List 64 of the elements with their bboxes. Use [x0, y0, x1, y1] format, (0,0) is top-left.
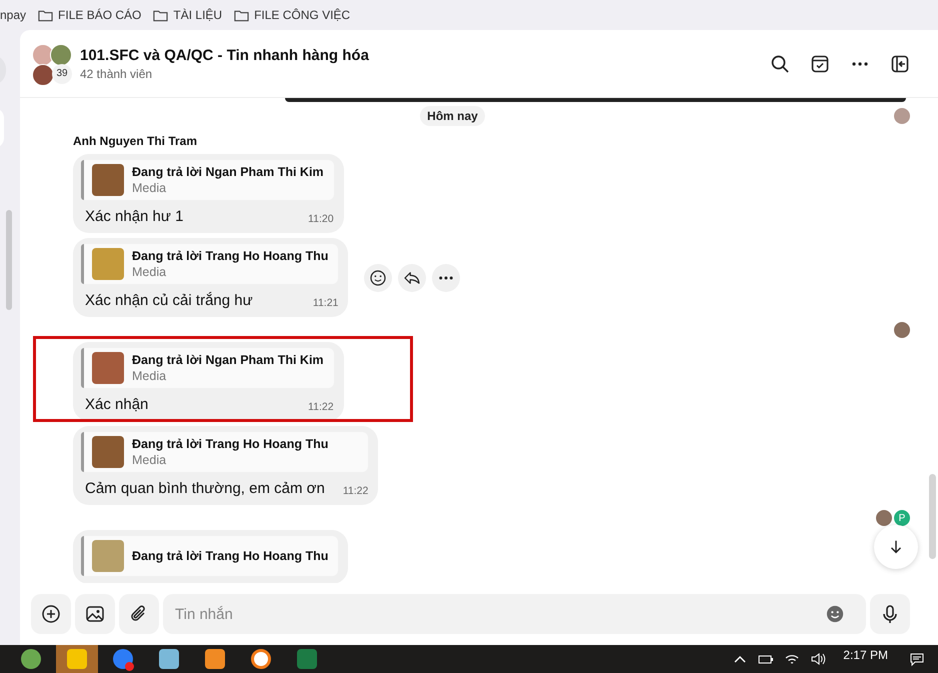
message-text: Cảm quan bình thường, em cảm ơn	[85, 480, 325, 497]
scrollbar-thumb[interactable]	[6, 210, 12, 310]
message-bubble[interactable]: Đang trả lời Ngan Pham Thi Kim Media Xác nhận 11:22	[73, 342, 344, 421]
plus-icon	[41, 604, 61, 624]
member-count: 42 thành viên	[80, 66, 154, 80]
message-input[interactable]: Tin nhắn	[163, 594, 866, 634]
message-time: 11:22	[342, 485, 368, 497]
message-time: 11:22	[308, 401, 334, 413]
volume-icon[interactable]	[810, 651, 826, 667]
calendar-check-icon[interactable]	[810, 54, 830, 74]
microphone-icon	[880, 604, 900, 624]
avatar	[894, 322, 910, 338]
message-bubble[interactable]: Đang trả lời Trang Ho Hoang Thu	[73, 530, 348, 583]
bookmark-link[interactable]: TÀI LIỆU	[153, 8, 222, 22]
message-text: Xác nhận hư 1	[85, 208, 184, 225]
emoji-icon[interactable]	[364, 264, 392, 292]
avatar	[894, 108, 910, 124]
reply-title: Đang trả lời Ngan Pham Thi Kim	[132, 165, 324, 179]
reply-quote[interactable]: Đang trả lời Ngan Pham Thi Kim Media	[81, 348, 334, 388]
reply-type: Media	[132, 265, 168, 279]
avatar: P	[894, 510, 910, 526]
scroll-down-button[interactable]	[874, 525, 918, 569]
photo-placeholder	[92, 248, 124, 280]
notification-icon[interactable]	[909, 651, 925, 667]
clock[interactable]: 2:17 PM	[843, 645, 888, 662]
message-bubble[interactable]: Đang trả lời Ngan Pham Thi Kim Media Xác nhận hư 1 11:20	[73, 154, 344, 233]
avatar	[876, 510, 892, 526]
microphone-button[interactable]	[870, 594, 910, 634]
reply-title: Đang trả lời Trang Ho Hoang Thu	[132, 549, 328, 563]
reply-title: Đang trả lời Trang Ho Hoang Thu	[132, 437, 328, 451]
reply-icon[interactable]	[398, 264, 426, 292]
bookmark-link[interactable]: npay	[0, 8, 26, 22]
message-time: 11:20	[308, 213, 334, 225]
photo-placeholder	[92, 164, 124, 196]
date-divider: Hôm nay	[420, 106, 485, 126]
photo-placeholder	[92, 540, 124, 572]
reply-title: Đang trả lời Ngan Pham Thi Kim	[132, 353, 324, 367]
reply-quote[interactable]: Đang trả lời Trang Ho Hoang Thu	[81, 536, 338, 576]
add-button[interactable]	[31, 594, 71, 634]
reply-type: Media	[132, 369, 168, 383]
scrollbar-thumb[interactable]	[929, 474, 936, 559]
reply-type: Media	[132, 181, 168, 195]
more-icon[interactable]	[432, 264, 460, 292]
photo-placeholder	[92, 352, 124, 384]
reply-quote[interactable]: Đang trả lời Ngan Pham Thi Kim Media	[81, 160, 334, 200]
bookmark-link[interactable]: FILE CÔNG VIỆC	[234, 8, 350, 22]
message-text: Xác nhận củ cải trắng hư	[85, 292, 253, 309]
attach-button[interactable]	[119, 594, 159, 634]
image-button[interactable]	[75, 594, 115, 634]
search-icon[interactable]	[770, 54, 790, 74]
message-bubble[interactable]: Đang trả lời Trang Ho Hoang Thu Media Cảm quan bình thường, em cảm ơn 11:22	[73, 426, 378, 505]
message-time: 11:21	[312, 297, 338, 309]
reply-quote[interactable]: Đang trả lời Trang Ho Hoang Thu Media	[81, 244, 338, 284]
reply-quote[interactable]: Đang trả lời Trang Ho Hoang Thu Media	[81, 432, 368, 472]
bookmark-link[interactable]: FILE BÁO CÁO	[38, 8, 142, 22]
chat-title: 101.SFC và QA/QC - Tin nhanh hàng hóa	[80, 46, 370, 64]
image-icon	[85, 604, 105, 624]
reply-title: Đang trả lời Trang Ho Hoang Thu	[132, 249, 328, 263]
message-text: Xác nhận	[85, 396, 148, 413]
reply-type: Media	[132, 453, 168, 467]
photo-placeholder	[92, 436, 124, 468]
collapse-panel-icon[interactable]	[890, 54, 910, 74]
message-bubble[interactable]: Đang trả lời Trang Ho Hoang Thu Media Xác nhận củ cải trắng hư 11:21	[73, 238, 348, 317]
sender-name: Anh Nguyen Thi Tram	[73, 134, 198, 148]
